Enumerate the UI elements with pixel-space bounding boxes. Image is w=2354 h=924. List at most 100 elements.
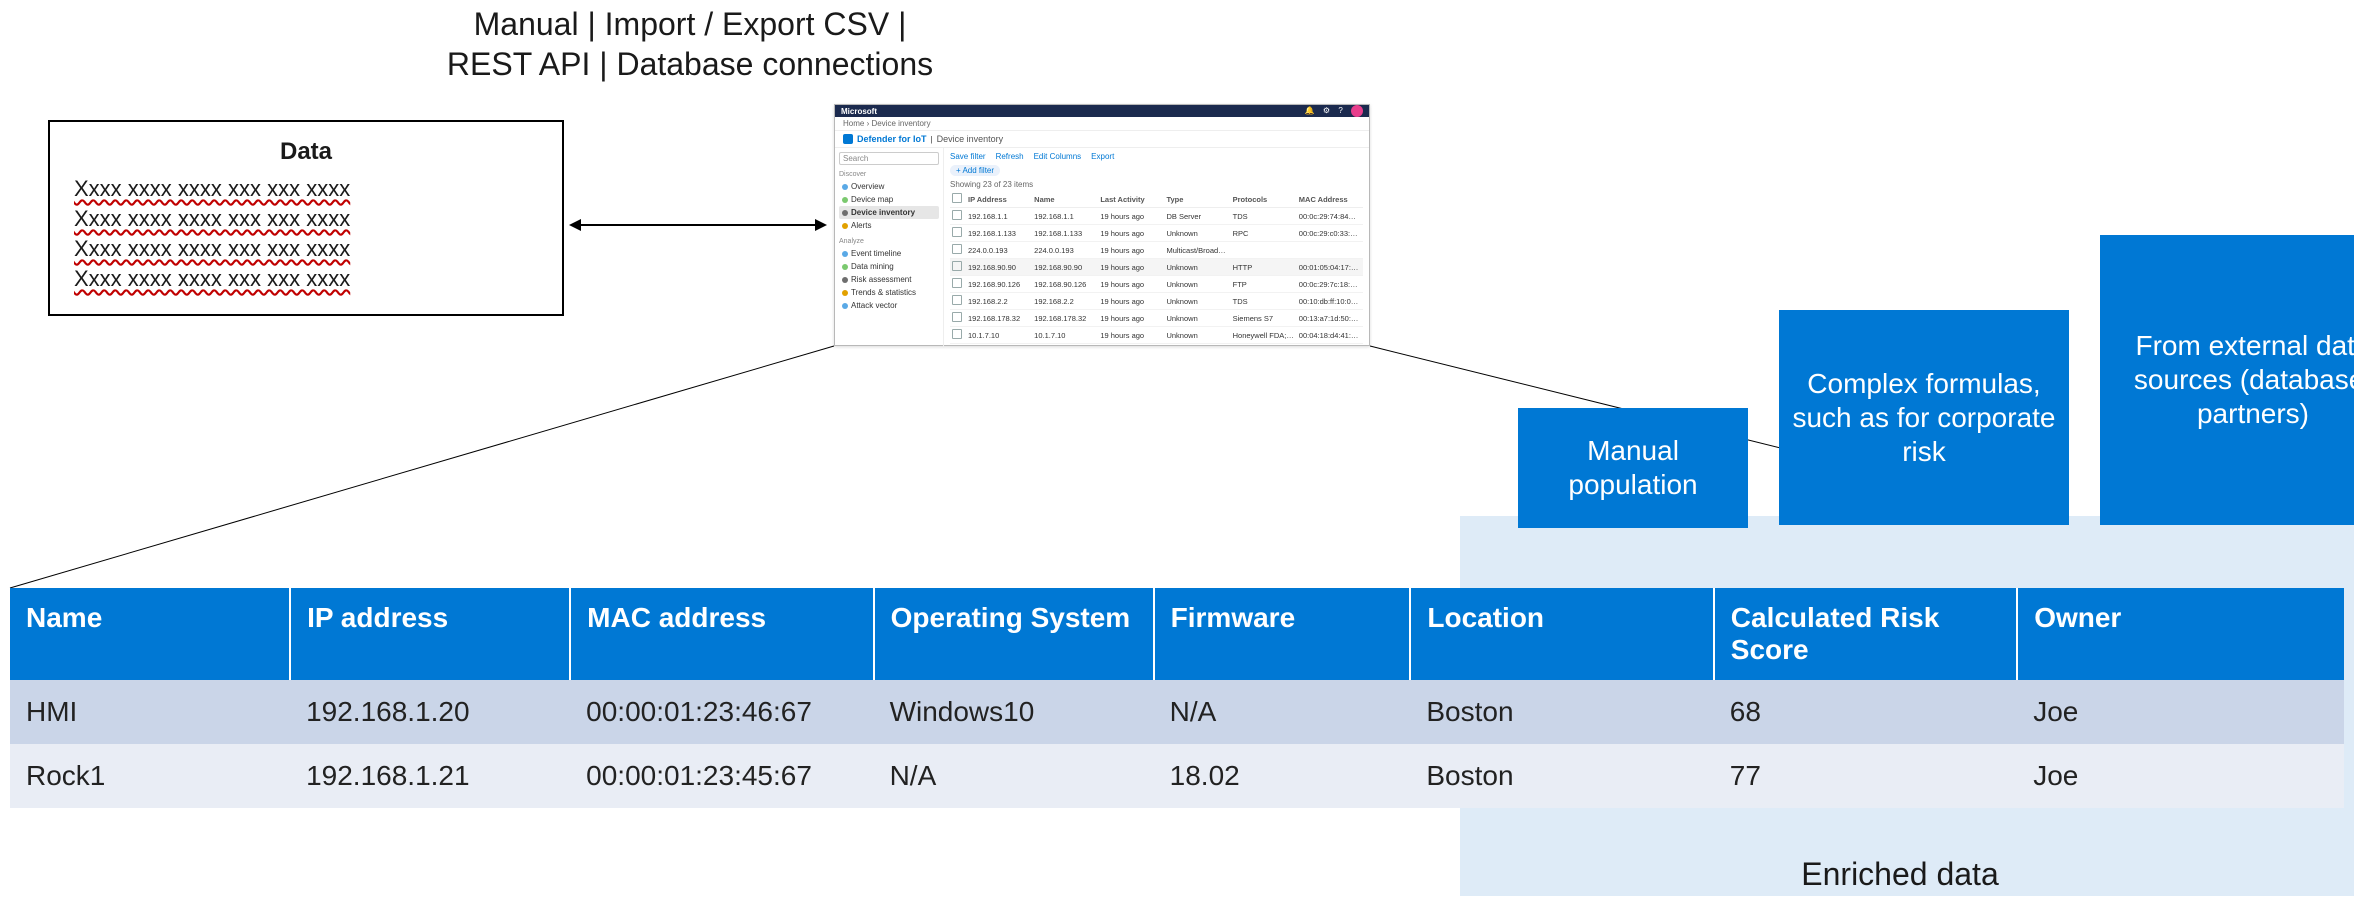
mini-cell: Unknown xyxy=(1164,225,1230,242)
row-checkbox[interactable] xyxy=(952,329,962,339)
sidebar-item-label: Device inventory xyxy=(851,208,915,217)
mini-table-row[interactable]: 192.168.90.90192.168.90.9019 hours agoUn… xyxy=(950,259,1363,276)
sidebar-item-label: Trends & statistics xyxy=(851,288,916,297)
sidebar-item-alerts[interactable]: Alerts xyxy=(839,219,939,232)
row-checkbox[interactable] xyxy=(952,261,962,271)
search-input[interactable]: Search xyxy=(839,152,939,165)
row-checkbox[interactable] xyxy=(952,210,962,220)
mini-col-type[interactable]: Type xyxy=(1164,191,1230,208)
mini-cell: 192.168.1.1 xyxy=(966,208,1032,225)
app-topbar: Microsoft 🔔 ⚙ ? xyxy=(835,105,1369,117)
caption-line-1: Manual | Import / Export CSV | xyxy=(385,4,995,44)
mini-col-last-activity[interactable]: Last Activity xyxy=(1098,191,1164,208)
sidebar-item-overview[interactable]: Overview xyxy=(839,180,939,193)
result-count: Showing 23 of 23 items xyxy=(950,180,1363,189)
mini-cell: Unknown xyxy=(1164,259,1230,276)
column-header-location: Location xyxy=(1410,588,1713,680)
edit-columns-button[interactable]: Edit Columns xyxy=(1034,152,1082,161)
mini-cell: 19 hours ago xyxy=(1098,310,1164,327)
callout-text: Manual population xyxy=(1524,434,1742,502)
mini-cell: 224.0.0.193 xyxy=(966,242,1032,259)
data-placeholder-line: Xxxx xxxx xxxx xxx xxx xxxx xyxy=(74,234,538,264)
sidebar-item-device-inventory[interactable]: Device inventory xyxy=(839,206,939,219)
mini-table-row[interactable]: 192.168.90.126192.168.90.12619 hours ago… xyxy=(950,276,1363,293)
table-cell: N/A xyxy=(874,744,1154,808)
sidebar-item-device-map[interactable]: Device map xyxy=(839,193,939,206)
mini-cell: 19 hours ago xyxy=(1098,259,1164,276)
topbar-icons: 🔔 ⚙ ? xyxy=(1299,105,1363,117)
sidebar-item-label: Data mining xyxy=(851,262,894,271)
mini-table-row[interactable]: 192.168.2.2192.168.2.219 hours agoUnknow… xyxy=(950,293,1363,310)
mini-col-name[interactable]: Name xyxy=(1032,191,1098,208)
data-box-title: Data xyxy=(74,138,538,166)
row-checkbox[interactable] xyxy=(952,227,962,237)
save-filter-button[interactable]: Save filter xyxy=(950,152,986,161)
row-checkbox[interactable] xyxy=(952,278,962,288)
mini-cell: 192.168.90.90 xyxy=(966,259,1032,276)
mini-cell: 192.168.2.2 xyxy=(1032,293,1098,310)
mini-col-mac-address[interactable]: MAC Address xyxy=(1297,191,1363,208)
mini-cell: Unknown xyxy=(1164,276,1230,293)
mini-table-row[interactable]: 192.168.178.32192.168.178.3219 hours ago… xyxy=(950,310,1363,327)
sidebar-item-trends-statistics[interactable]: Trends & statistics xyxy=(839,286,939,299)
sidebar-item-risk-assessment[interactable]: Risk assessment xyxy=(839,273,939,286)
sidebar-item-icon xyxy=(842,210,848,216)
mini-cell: 19 hours ago xyxy=(1098,276,1164,293)
sidebar-item-icon xyxy=(842,184,848,190)
table-cell: 192.168.1.20 xyxy=(290,680,570,744)
mini-cell: Siemens S7 xyxy=(1231,310,1297,327)
sidebar-item-data-mining[interactable]: Data mining xyxy=(839,260,939,273)
mini-table-row[interactable]: 10.1.7.1010.1.7.1019 hours agoUnknownHon… xyxy=(950,327,1363,344)
mini-cell xyxy=(1231,242,1297,259)
brand-label: Microsoft xyxy=(841,107,877,116)
export-button[interactable]: Export xyxy=(1091,152,1114,161)
sidebar-item-event-timeline[interactable]: Event timeline xyxy=(839,247,939,260)
row-checkbox[interactable] xyxy=(952,312,962,322)
page-title-row: Defender for IoT | Device inventory xyxy=(835,131,1369,148)
mini-cell: 00:0c:29:74:84… xyxy=(1297,208,1363,225)
sidebar-item-icon xyxy=(842,277,848,283)
notifications-icon[interactable]: 🔔 xyxy=(1305,106,1315,115)
callout-external-sources: From external data sources (database, pa… xyxy=(2100,235,2354,525)
add-filter-pill[interactable]: + Add filter xyxy=(950,165,1000,176)
device-mini-table: IP AddressNameLast ActivityTypeProtocols… xyxy=(950,191,1363,344)
help-icon[interactable]: ? xyxy=(1338,106,1342,115)
toolbar: Save filter Refresh Edit Columns Export xyxy=(950,152,1363,161)
callout-text: Complex formulas, such as for corporate … xyxy=(1785,367,2063,469)
table-cell: Windows10 xyxy=(874,680,1154,744)
sidebar-item-attack-vector[interactable]: Attack vector xyxy=(839,299,939,312)
settings-icon[interactable]: ⚙ xyxy=(1323,106,1330,115)
mini-table-row[interactable]: 192.168.1.133192.168.1.13319 hours agoUn… xyxy=(950,225,1363,242)
sidebar-item-icon xyxy=(842,264,848,270)
sidebar-item-icon xyxy=(842,290,848,296)
mini-cell: 19 hours ago xyxy=(1098,327,1164,344)
table-cell: Boston xyxy=(1410,680,1713,744)
mini-cell: 19 hours ago xyxy=(1098,208,1164,225)
column-header-owner: Owner xyxy=(2017,588,2344,680)
sidebar-item-label: Overview xyxy=(851,182,884,191)
sidebar-group-analyze: Analyze xyxy=(839,238,939,245)
app-name: Defender for IoT xyxy=(857,134,927,144)
caption-line-2: REST API | Database connections xyxy=(385,44,995,84)
bidirectional-arrow xyxy=(565,210,835,240)
page-title: Device inventory xyxy=(937,134,1004,144)
mini-cell: Multicast/Broadcast xyxy=(1164,242,1230,259)
mini-cell: Unknown xyxy=(1164,310,1230,327)
mini-cell: DB Server xyxy=(1164,208,1230,225)
row-checkbox[interactable] xyxy=(952,295,962,305)
mini-table-row[interactable]: 224.0.0.193224.0.0.19319 hours agoMultic… xyxy=(950,242,1363,259)
sidebar-item-icon xyxy=(842,197,848,203)
refresh-button[interactable]: Refresh xyxy=(996,152,1024,161)
mini-cell xyxy=(1297,242,1363,259)
table-row: Rock1192.168.1.2100:00:01:23:45:67N/A18.… xyxy=(10,744,2344,808)
callout-manual-population: Manual population xyxy=(1518,408,1748,528)
mini-col-protocols[interactable]: Protocols xyxy=(1231,191,1297,208)
defender-screenshot: Microsoft 🔔 ⚙ ? Home › Device inventory … xyxy=(834,104,1370,346)
mini-table-row[interactable]: 192.168.1.1192.168.1.119 hours agoDB Ser… xyxy=(950,208,1363,225)
table-row: HMI192.168.1.2000:00:01:23:46:67Windows1… xyxy=(10,680,2344,744)
callout-text: From external data sources (database, pa… xyxy=(2106,329,2354,431)
select-all-checkbox[interactable] xyxy=(952,193,962,203)
user-avatar[interactable] xyxy=(1351,105,1363,117)
row-checkbox[interactable] xyxy=(952,244,962,254)
mini-col-ip-address[interactable]: IP Address xyxy=(966,191,1032,208)
